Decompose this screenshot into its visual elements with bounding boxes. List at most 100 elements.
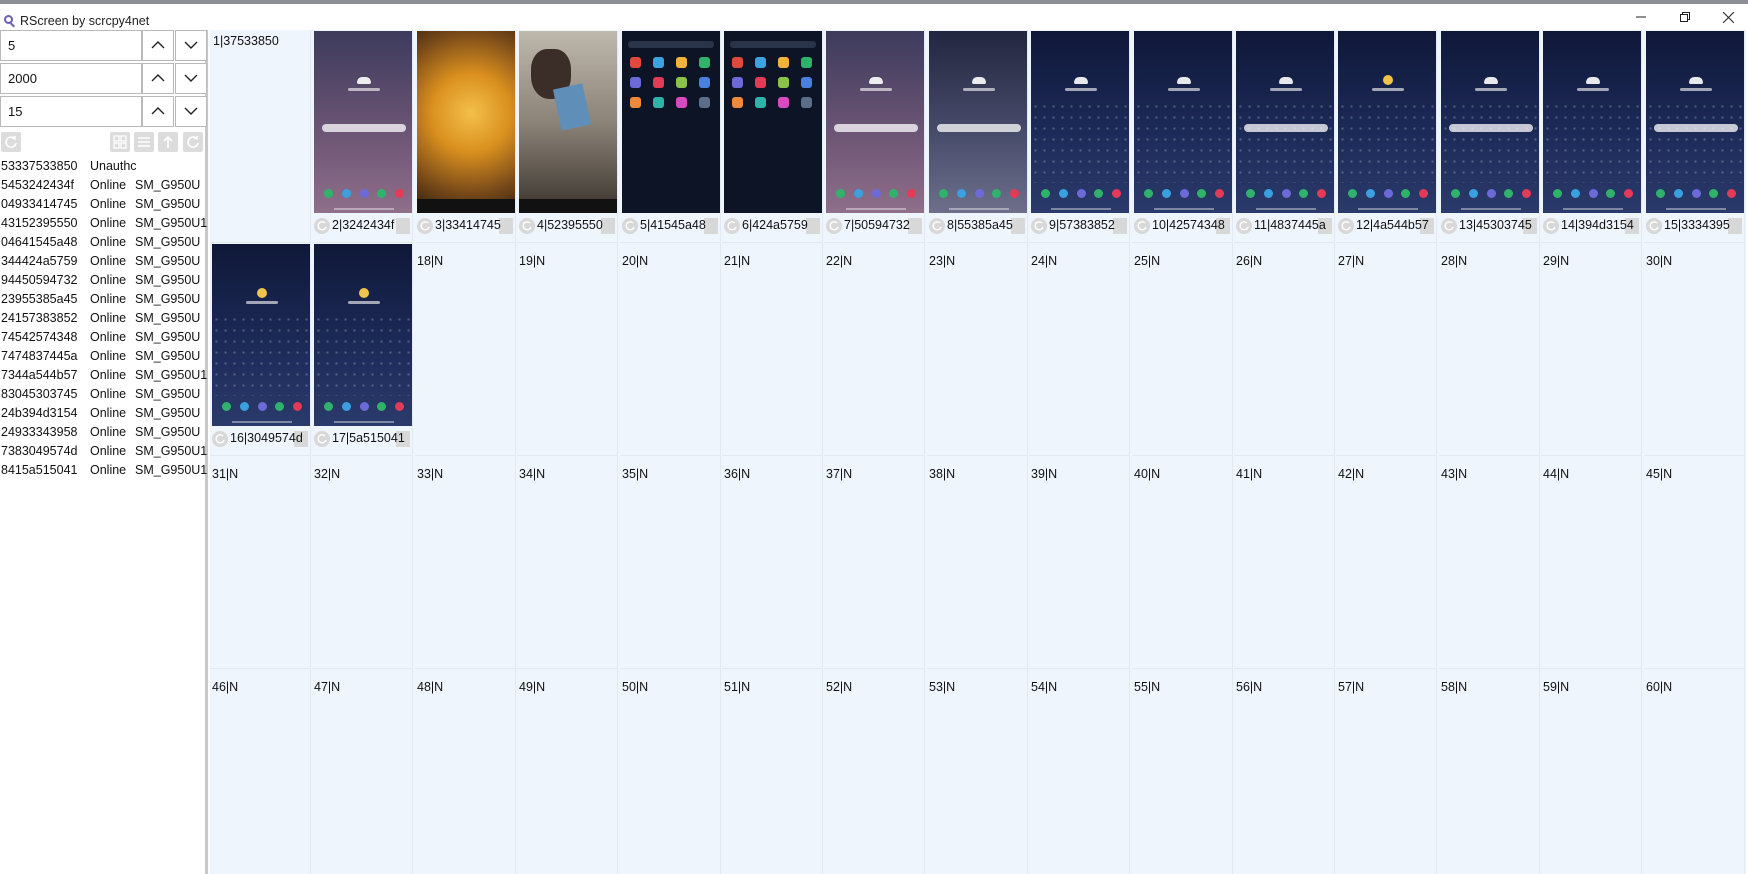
device-cell[interactable]: 15|3334395	[1644, 30, 1745, 243]
device-menu-button[interactable]	[908, 218, 922, 234]
device-menu-button[interactable]	[499, 218, 513, 234]
rotate-device-button[interactable]	[519, 218, 535, 234]
device-cell[interactable]: 54|N	[1029, 669, 1130, 874]
list-view-button[interactable]	[134, 132, 154, 152]
rotate-device-button[interactable]	[212, 431, 228, 447]
device-cell[interactable]: 34|N	[517, 456, 618, 669]
device-cell[interactable]: 2|3242434f	[312, 30, 413, 243]
device-menu-button[interactable]	[1011, 218, 1025, 234]
device-menu-button[interactable]	[601, 218, 615, 234]
device-cell[interactable]: 7|50594732	[824, 30, 925, 243]
refresh-button[interactable]	[1, 132, 21, 152]
grid-view-button[interactable]	[110, 132, 130, 152]
device-menu-button[interactable]	[396, 218, 410, 234]
device-cell[interactable]: 31|N	[210, 456, 311, 669]
upload-button[interactable]	[158, 132, 178, 152]
rotate-device-button[interactable]	[1338, 218, 1354, 234]
rotate-device-button[interactable]	[1236, 218, 1252, 234]
device-cell[interactable]: 46|N	[210, 669, 311, 874]
device-list-row[interactable]: 24157383852 Online SM_G950U	[0, 309, 208, 328]
minimize-button[interactable]	[1618, 4, 1664, 30]
device-screen-preview[interactable]	[314, 31, 412, 213]
device-cell[interactable]: 52|N	[824, 669, 925, 874]
device-list-row[interactable]: 74542574348 Online SM_G950U	[0, 328, 208, 347]
device-cell[interactable]: 36|N	[722, 456, 823, 669]
rotate-all-button[interactable]	[183, 132, 203, 152]
spinner-3-down-button[interactable]	[175, 96, 207, 127]
device-list-row[interactable]: 8415a515041 Online SM_G950U1	[0, 461, 208, 480]
device-cell[interactable]: 42|N	[1336, 456, 1437, 669]
device-list-row[interactable]: 24933343958 Online SM_G950U	[0, 423, 208, 442]
device-list-row[interactable]: 43152395550 Online SM_G950U1	[0, 214, 208, 233]
device-cell[interactable]: 5|41545a48	[620, 30, 721, 243]
device-cell[interactable]: 56|N	[1234, 669, 1335, 874]
rotate-device-button[interactable]	[417, 218, 433, 234]
device-menu-button[interactable]	[1728, 218, 1742, 234]
device-cell[interactable]: 8|55385a45	[927, 30, 1028, 243]
device-cell[interactable]: 32|N	[312, 456, 413, 669]
device-cell[interactable]: 39|N	[1029, 456, 1130, 669]
device-cell[interactable]: 50|N	[620, 669, 721, 874]
spinner-2-input[interactable]: 2000	[0, 63, 142, 94]
device-cell[interactable]: 12|4a544b57	[1336, 30, 1437, 243]
device-screen-preview[interactable]	[622, 31, 720, 213]
device-list-row[interactable]: 53337533850 Unauthc	[0, 157, 208, 176]
device-menu-button[interactable]	[704, 218, 718, 234]
device-cell[interactable]: 22|N	[824, 243, 925, 456]
device-cell[interactable]: 17|5a515041	[312, 243, 413, 456]
spinner-1-up-button[interactable]	[142, 30, 174, 61]
device-cell[interactable]: 44|N	[1541, 456, 1642, 669]
spinner-3-input[interactable]: 15	[0, 96, 142, 127]
rotate-device-button[interactable]	[622, 218, 638, 234]
rotate-device-button[interactable]	[314, 218, 330, 234]
rotate-device-button[interactable]	[724, 218, 740, 234]
rotate-device-button[interactable]	[1031, 218, 1047, 234]
device-screen-preview[interactable]	[1236, 31, 1334, 213]
device-list-row[interactable]: 7344a544b57 Online SM_G950U1	[0, 366, 208, 385]
device-cell[interactable]: 26|N	[1234, 243, 1335, 456]
device-screen-preview[interactable]	[1441, 31, 1539, 213]
device-cell[interactable]: 49|N	[517, 669, 618, 874]
device-cell[interactable]: 51|N	[722, 669, 823, 874]
device-list-row[interactable]: 344424a5759 Online SM_G950U	[0, 252, 208, 271]
device-cell[interactable]: 16|3049574d	[210, 243, 311, 456]
device-menu-button[interactable]	[806, 218, 820, 234]
device-menu-button[interactable]	[1113, 218, 1127, 234]
device-list-row[interactable]: 23955385a45 Online SM_G950U	[0, 290, 208, 309]
device-cell[interactable]: 1|37533850	[210, 30, 311, 243]
device-cell[interactable]: 37|N	[824, 456, 925, 669]
device-cell[interactable]: 27|N	[1336, 243, 1437, 456]
device-list-row[interactable]: 5453242434f Online SM_G950U	[0, 176, 208, 195]
device-cell[interactable]: 6|424a5759	[722, 30, 823, 243]
device-cell[interactable]: 14|394d3154	[1541, 30, 1642, 243]
device-cell[interactable]: 40|N	[1132, 456, 1233, 669]
device-screen-preview[interactable]	[519, 31, 617, 213]
spinner-1-down-button[interactable]	[175, 30, 207, 61]
device-cell[interactable]: 4|52395550	[517, 30, 618, 243]
device-list-row[interactable]: 7383049574d Online SM_G950U1	[0, 442, 208, 461]
device-list-row[interactable]: 04641545a48 Online SM_G950U	[0, 233, 208, 252]
device-cell[interactable]: 11|4837445a	[1234, 30, 1335, 243]
device-screen-preview[interactable]	[417, 31, 515, 213]
device-screen-preview[interactable]	[314, 244, 412, 426]
rotate-device-button[interactable]	[1441, 218, 1457, 234]
spinner-1-input[interactable]: 5	[0, 30, 142, 61]
rotate-device-button[interactable]	[1134, 218, 1150, 234]
restore-button[interactable]	[1662, 4, 1708, 30]
device-cell[interactable]: 25|N	[1132, 243, 1233, 456]
device-screen-preview[interactable]	[1338, 31, 1436, 213]
device-screen-preview[interactable]	[1031, 31, 1129, 213]
device-screen-preview[interactable]	[212, 244, 310, 426]
device-cell[interactable]: 45|N	[1644, 456, 1745, 669]
device-cell[interactable]: 13|45303745	[1439, 30, 1540, 243]
device-cell[interactable]: 48|N	[415, 669, 516, 874]
device-list-row[interactable]: 94450594732 Online SM_G950U	[0, 271, 208, 290]
device-cell[interactable]: 38|N	[927, 456, 1028, 669]
device-list-row[interactable]: 83045303745 Online SM_G950U	[0, 385, 208, 404]
device-cell[interactable]: 28|N	[1439, 243, 1540, 456]
device-cell[interactable]: 47|N	[312, 669, 413, 874]
spinner-2-down-button[interactable]	[175, 63, 207, 94]
device-cell[interactable]: 53|N	[927, 669, 1028, 874]
rotate-device-button[interactable]	[1543, 218, 1559, 234]
device-cell[interactable]: 30|N	[1644, 243, 1745, 456]
